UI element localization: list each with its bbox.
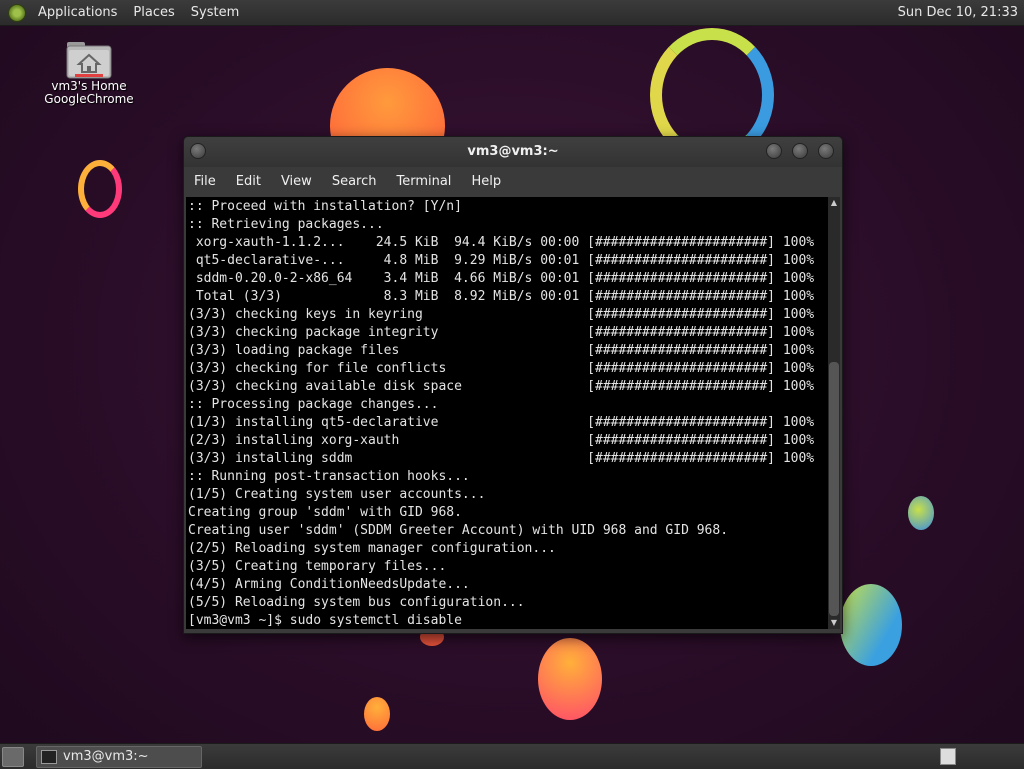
menu-terminal[interactable]: Terminal: [386, 167, 461, 197]
terminal-line: (5/5) Reloading system bus configuration…: [188, 595, 525, 610]
desktop-icon-home[interactable]: vm3's Home GoogleChrome: [40, 38, 138, 106]
terminal-line: (2/5) Reloading system manager configura…: [188, 541, 556, 556]
maximize-button[interactable]: [792, 143, 808, 159]
terminal-menubar: File Edit View Search Terminal Help: [184, 167, 842, 197]
workspace-switcher[interactable]: [940, 748, 956, 765]
terminal-line: [vm3@vm3 ~]$ sudo systemctl disable: [188, 613, 470, 628]
window-titlebar[interactable]: vm3@vm3:~: [184, 137, 842, 167]
minimize-button[interactable]: [766, 143, 782, 159]
terminal-line: (3/5) Creating temporary files...: [188, 559, 447, 574]
menu-file[interactable]: File: [184, 167, 226, 197]
close-button[interactable]: [818, 143, 834, 159]
menu-search[interactable]: Search: [322, 167, 387, 197]
decor-green-blue-blob: [840, 584, 902, 666]
home-folder-icon: [65, 38, 113, 80]
show-desktop-icon[interactable]: [2, 747, 24, 767]
terminal-line: Total (3/3) 8.3 MiB 8.92 MiB/s 00:01 [##…: [188, 289, 815, 304]
terminal-lines: :: Proceed with installation? [Y/n]:: Re…: [188, 198, 828, 630]
menu-edit[interactable]: Edit: [226, 167, 271, 197]
terminal-line: xorg-xauth-1.1.2... 24.5 KiB 94.4 KiB/s …: [188, 235, 815, 250]
terminal-scrollbar[interactable]: ▲ ▼: [828, 197, 840, 629]
window-title: vm3@vm3:~: [467, 144, 559, 159]
decor-orange-small-blob: [364, 697, 390, 731]
window-menu-icon[interactable]: [190, 143, 206, 159]
terminal-line: sddm-0.20.0-2-x86_64 3.4 MiB 4.66 MiB/s …: [188, 271, 815, 286]
scroll-thumb[interactable]: [829, 362, 839, 616]
taskbar-item-label: vm3@vm3:~: [63, 749, 149, 764]
top-panel: Applications Places System Sun Dec 10, 2…: [0, 0, 1024, 26]
terminal-line: Creating group 'sddm' with GID 968.: [188, 505, 462, 520]
terminal-output[interactable]: :: Proceed with installation? [Y/n]:: Re…: [186, 197, 828, 629]
overlapped-icon-label: GoogleChrome: [44, 92, 134, 106]
system-menu[interactable]: System: [183, 0, 247, 25]
terminal-app-icon: [41, 750, 57, 764]
terminal-line: :: Proceed with installation? [Y/n]: [188, 199, 462, 214]
terminal-line: (3/3) checking for file conflicts [#####…: [188, 361, 815, 376]
applications-menu[interactable]: Applications: [30, 0, 125, 25]
terminal-line: (3/3) installing sddm [#################…: [188, 451, 815, 466]
terminal-line: :: Processing package changes...: [188, 397, 439, 412]
places-menu[interactable]: Places: [125, 0, 182, 25]
menu-view[interactable]: View: [271, 167, 322, 197]
panel-clock[interactable]: Sun Dec 10, 21:33: [898, 0, 1018, 25]
terminal-window[interactable]: vm3@vm3:~ File Edit View Search Terminal…: [183, 136, 843, 634]
terminal-line: :: Running post-transaction hooks...: [188, 469, 470, 484]
terminal-line: (1/3) installing qt5-declarative [######…: [188, 415, 815, 430]
terminal-line: qt5-declarative-... 4.8 MiB 9.29 MiB/s 0…: [188, 253, 815, 268]
terminal-line: (3/3) checking available disk space [###…: [188, 379, 815, 394]
taskbar-item-terminal[interactable]: vm3@vm3:~: [36, 746, 202, 768]
decor-orange-large-blob: [538, 638, 602, 720]
terminal-line: (3/3) loading package files [###########…: [188, 343, 815, 358]
terminal-line: (3/3) checking package integrity [######…: [188, 325, 815, 340]
decor-cyan-blob: [908, 496, 934, 530]
scroll-up-arrow-icon[interactable]: ▲: [828, 197, 840, 209]
terminal-line: (1/5) Creating system user accounts...: [188, 487, 486, 502]
terminal-line: :: Retrieving packages...: [188, 217, 384, 232]
terminal-line: (2/3) installing xorg-xauth [###########…: [188, 433, 815, 448]
menu-help[interactable]: Help: [461, 167, 511, 197]
decor-ring-small: [78, 160, 122, 218]
distro-logo-icon[interactable]: [8, 3, 26, 22]
terminal-line: (4/5) Arming ConditionNeedsUpdate...: [188, 577, 470, 592]
scroll-down-arrow-icon[interactable]: ▼: [828, 617, 840, 629]
bottom-panel: vm3@vm3:~: [0, 743, 1024, 769]
terminal-line: (3/3) checking keys in keyring [########…: [188, 307, 815, 322]
terminal-line: Creating user 'sddm' (SDDM Greeter Accou…: [188, 523, 729, 538]
